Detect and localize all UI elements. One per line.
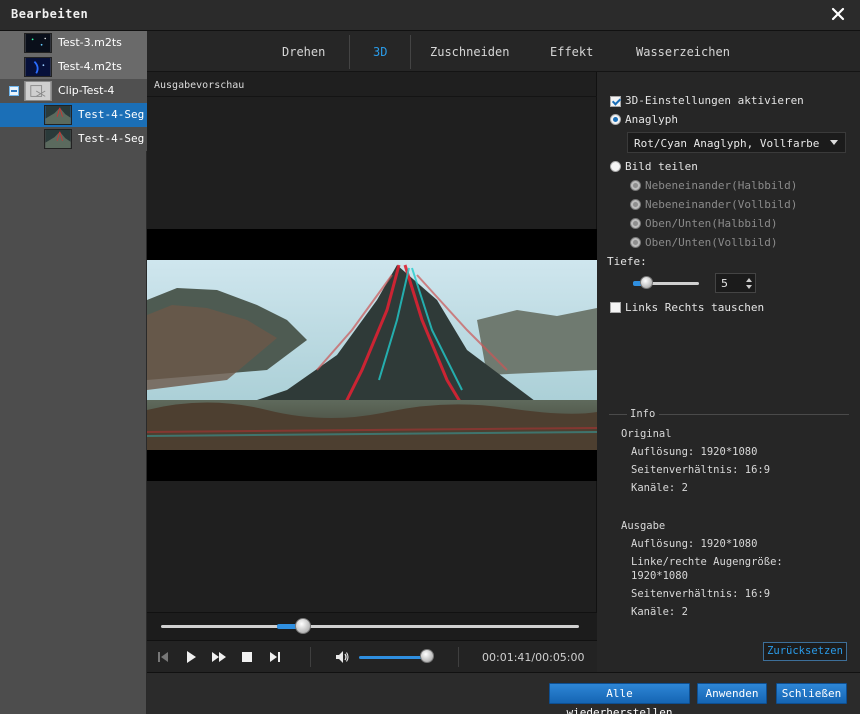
window-title: Bearbeiten bbox=[11, 7, 89, 21]
depth-value: 5 bbox=[721, 277, 728, 290]
tab-effekt[interactable]: Effekt bbox=[550, 45, 593, 59]
chevron-down-icon bbox=[830, 140, 838, 145]
video-thumbnail bbox=[44, 105, 72, 125]
title-bar: Bearbeiten bbox=[0, 0, 860, 31]
tab-wasserzeichen[interactable]: Wasserzeichen bbox=[636, 45, 730, 59]
playback-controls: 00:01:41/00:05:00 bbox=[147, 640, 597, 672]
output-eye-size-value: 1920*1080 bbox=[631, 570, 688, 582]
split-option-radio[interactable] bbox=[630, 180, 641, 191]
close-icon[interactable] bbox=[830, 6, 846, 22]
tab-zuschneiden[interactable]: Zuschneiden bbox=[430, 45, 509, 59]
seek-handle[interactable] bbox=[295, 618, 312, 634]
split-image-label: Bild teilen bbox=[625, 160, 698, 173]
spin-up-icon[interactable] bbox=[746, 278, 752, 282]
close-button[interactable]: Schließen bbox=[776, 683, 847, 704]
tree-item-label: Test-4-Seg• bbox=[78, 108, 146, 121]
anaglyph-label: Anaglyph bbox=[625, 113, 678, 126]
tree-item-label: Test-4-Seg• bbox=[78, 132, 146, 145]
tab-divider bbox=[349, 35, 350, 69]
3d-settings-panel: 3D-Einstellungen aktivieren Anaglyph Rot… bbox=[597, 72, 860, 672]
fast-forward-icon[interactable] bbox=[211, 649, 227, 665]
collapse-icon[interactable] bbox=[9, 86, 19, 96]
action-bar: Alle wiederherstellen Anwenden Schließen bbox=[147, 672, 860, 714]
split-option-radio[interactable] bbox=[630, 237, 641, 248]
enable-3d-label: 3D-Einstellungen aktivieren bbox=[625, 94, 804, 107]
output-resolution: Auflösung: 1920*1080 bbox=[631, 538, 758, 550]
video-preview bbox=[147, 229, 597, 481]
split-option-radio[interactable] bbox=[630, 218, 641, 229]
anaglyph-mode-value: Rot/Cyan Anaglyph, Vollfarbe bbox=[634, 137, 820, 150]
video-thumbnail bbox=[24, 33, 52, 53]
split-option-radio[interactable] bbox=[630, 199, 641, 210]
output-channels: Kanäle: 2 bbox=[631, 606, 688, 618]
video-thumbnail bbox=[44, 129, 72, 149]
swap-lr-checkbox[interactable] bbox=[610, 302, 621, 313]
tree-item-test-4[interactable]: Test-4.m2ts bbox=[0, 55, 147, 79]
skip-back-icon[interactable] bbox=[155, 649, 171, 665]
seek-track[interactable] bbox=[161, 625, 579, 628]
volume-handle[interactable] bbox=[420, 649, 435, 663]
reset-button[interactable]: Zurücksetzen bbox=[763, 642, 847, 661]
anaglyph-video-frame bbox=[147, 260, 597, 450]
split-option-label: Nebeneinander(Halbbild) bbox=[645, 179, 798, 192]
stop-icon[interactable] bbox=[239, 649, 255, 665]
spin-down-icon[interactable] bbox=[746, 285, 752, 289]
split-option-label: Nebeneinander(Vollbild) bbox=[645, 198, 798, 211]
original-channels: Kanäle: 2 bbox=[631, 482, 688, 494]
output-eye-size-label: Linke/rechte Augengröße: bbox=[631, 556, 783, 568]
divider bbox=[659, 414, 849, 415]
original-heading: Original bbox=[621, 428, 672, 440]
skip-forward-icon[interactable] bbox=[267, 649, 283, 665]
tab-drehen[interactable]: Drehen bbox=[282, 45, 325, 59]
depth-handle[interactable] bbox=[640, 276, 654, 289]
divider bbox=[609, 414, 627, 415]
file-tree: Test-3.m2ts Test-4.m2ts Clip-Test-4 Test… bbox=[0, 31, 147, 714]
clip-icon bbox=[24, 81, 52, 101]
output-heading: Ausgabe bbox=[621, 520, 666, 532]
output-aspect: Seitenverhältnis: 16:9 bbox=[631, 588, 771, 600]
original-aspect: Seitenverhältnis: 16:9 bbox=[631, 464, 771, 476]
tree-item-segment-2[interactable]: Test-4-Seg• bbox=[0, 127, 147, 151]
depth-spinbox[interactable]: 5 bbox=[715, 273, 756, 293]
tree-item-label: Test-3.m2ts bbox=[58, 36, 122, 49]
divider bbox=[310, 647, 311, 667]
anaglyph-mode-dropdown[interactable]: Rot/Cyan Anaglyph, Vollfarbe bbox=[627, 132, 846, 153]
output-preview-panel: Ausgabevorschau 00:01:41/00:05:00 bbox=[147, 72, 597, 672]
apply-button[interactable]: Anwenden bbox=[697, 683, 767, 704]
split-option-label: Oben/Unten(Vollbild) bbox=[645, 236, 778, 249]
seek-bar[interactable] bbox=[147, 612, 597, 640]
tree-item-label: Test-4.m2ts bbox=[58, 60, 122, 73]
anaglyph-radio[interactable] bbox=[610, 114, 621, 125]
tree-item-segment-1[interactable]: Test-4-Seg• bbox=[0, 103, 147, 127]
video-thumbnail bbox=[24, 57, 52, 77]
tree-item-label: Clip-Test-4 bbox=[58, 84, 115, 97]
tab-3d[interactable]: 3D bbox=[373, 45, 387, 59]
timecode: 00:01:41/00:05:00 bbox=[482, 651, 585, 664]
tab-bar: Drehen 3D Zuschneiden Effekt Wasserzeich… bbox=[147, 31, 860, 72]
enable-3d-checkbox[interactable] bbox=[610, 96, 621, 107]
preview-label: Ausgabevorschau bbox=[154, 80, 245, 91]
original-resolution: Auflösung: 1920*1080 bbox=[631, 446, 758, 458]
tree-item-clip-test-4[interactable]: Clip-Test-4 bbox=[0, 79, 147, 103]
tree-item-test-3[interactable]: Test-3.m2ts bbox=[0, 31, 147, 55]
depth-label: Tiefe: bbox=[607, 255, 647, 268]
swap-lr-label: Links Rechts tauschen bbox=[625, 301, 765, 314]
split-option-label: Oben/Unten(Halbbild) bbox=[645, 217, 778, 230]
divider bbox=[147, 96, 597, 97]
split-image-radio[interactable] bbox=[610, 161, 621, 172]
restore-all-button[interactable]: Alle wiederherstellen bbox=[549, 683, 690, 714]
volume-icon[interactable] bbox=[334, 649, 350, 665]
info-heading: Info bbox=[630, 408, 656, 420]
tab-divider bbox=[410, 35, 411, 69]
play-icon[interactable] bbox=[183, 649, 199, 665]
divider bbox=[458, 647, 459, 667]
